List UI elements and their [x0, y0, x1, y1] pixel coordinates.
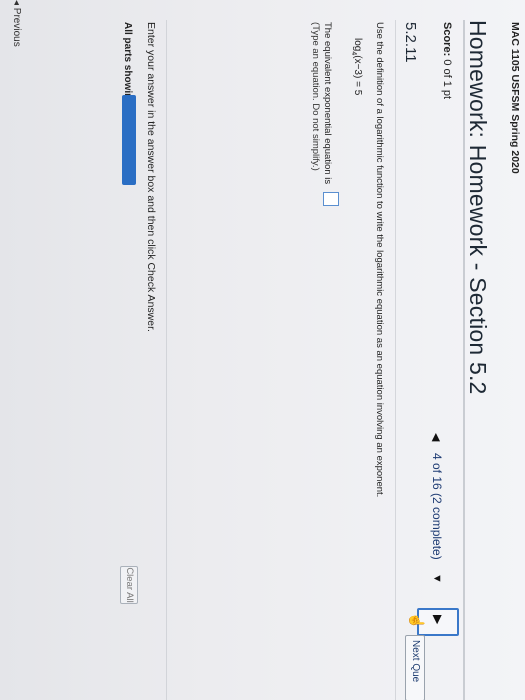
- screen: MAC 1105 USFSM Spring 2020 Homework: Hom…: [0, 0, 525, 700]
- hand-cursor-icon: ☝: [409, 612, 425, 630]
- next-question-button[interactable]: Next Que: [405, 635, 425, 700]
- title-divider: [463, 20, 465, 700]
- page-title: Homework: Homework - Section 5.2: [465, 20, 491, 395]
- previous-question-icon[interactable]: ◀: [430, 433, 443, 441]
- question-divider: [395, 20, 396, 700]
- homework-page: MAC 1105 USFSM Spring 2020 Homework: Hom…: [0, 0, 525, 700]
- parts-showing-label: All parts showing: [122, 22, 133, 106]
- answer-hint: (Type an equation. Do not simplify.): [310, 22, 321, 171]
- question-number: 5.2.11: [402, 22, 419, 63]
- next-arrow-icon: ▶: [431, 615, 445, 625]
- log-argument: (x−3) = 5: [352, 55, 363, 96]
- course-name: MAC 1105 USFSM Spring 2020: [509, 22, 521, 174]
- clear-all-button[interactable]: Clear All: [120, 566, 138, 604]
- score-label: Score:: [441, 22, 453, 57]
- previous-button[interactable]: ◂ Previous: [11, 0, 22, 47]
- answer-prompt: The equivalent exponential equation is: [322, 22, 333, 185]
- score-value: 0 of 1 pt: [441, 59, 453, 100]
- parts-progress-bar[interactable]: [122, 95, 136, 185]
- answer-input[interactable]: [323, 192, 339, 206]
- question-progress-dropdown[interactable]: 4 of 16 (2 complete): [430, 453, 444, 560]
- log-text: log: [352, 38, 363, 52]
- chevron-down-icon[interactable]: ▼: [431, 573, 443, 584]
- question-instruction: Use the definition of a logarithmic func…: [374, 22, 385, 498]
- footer-divider: [166, 20, 167, 700]
- given-equation: log4(x−3) = 5: [350, 38, 363, 95]
- score: Score: 0 of 1 pt: [441, 22, 453, 99]
- enter-answer-message: Enter your answer in the answer box and …: [145, 22, 157, 332]
